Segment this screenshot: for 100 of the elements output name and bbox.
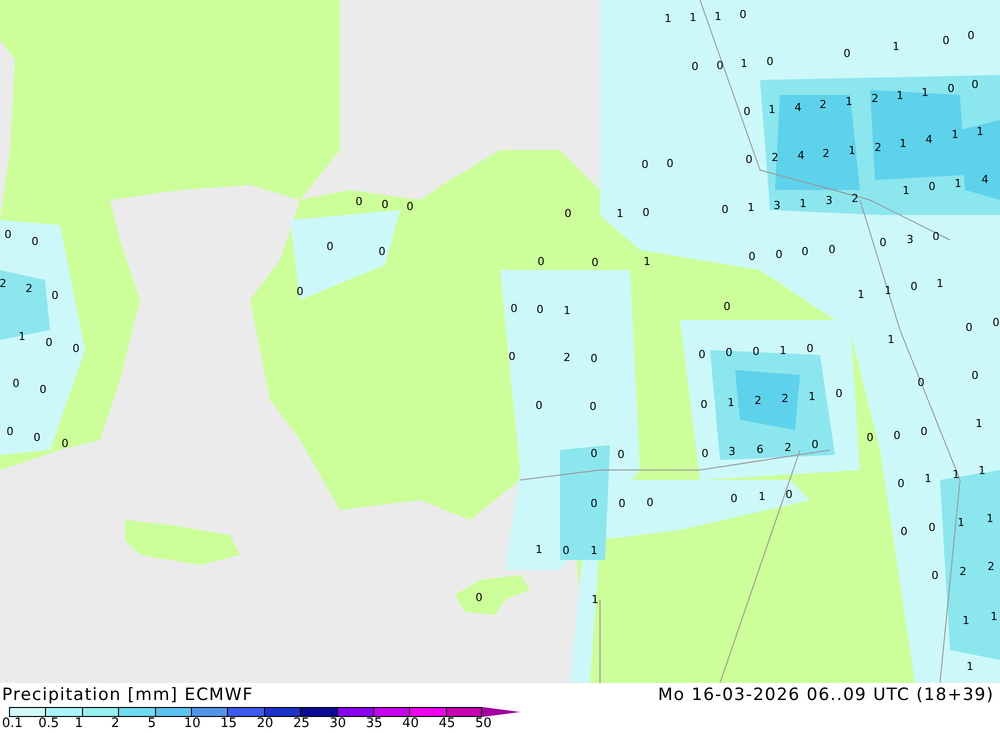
precipitation-value: 2 — [874, 141, 882, 154]
precipitation-value: 0 — [844, 47, 850, 60]
precipitation-value: 2 — [822, 147, 830, 160]
legend-label: 2 — [111, 717, 120, 733]
precipitation-value: 1 — [728, 396, 734, 409]
precipitation-value: 0 — [812, 438, 818, 451]
precipitation-value: 0 — [806, 342, 814, 355]
precipitation-value: 0 — [698, 348, 706, 361]
precipitation-value: 0 — [972, 78, 978, 91]
precipitation-value: 0 — [476, 591, 482, 604]
precipitation-value: 0 — [692, 60, 698, 73]
precipitation-value: 0 — [828, 243, 836, 256]
precipitation-value: 2 — [960, 565, 966, 578]
precipitation-value: 1 — [892, 40, 900, 53]
precipitation-value: 0 — [700, 398, 708, 411]
precipitation-value: 0 — [716, 59, 724, 72]
precipitation-value: 1 — [18, 330, 26, 343]
legend-label: 40 — [402, 717, 420, 733]
precipitation-value: 0 — [536, 303, 544, 316]
precipitation-value: 1 — [564, 304, 570, 317]
precipitation-value: 1 — [978, 464, 986, 477]
precipitation-value: 1 — [780, 344, 786, 357]
precipitation-value: 1 — [966, 660, 974, 673]
precipitation-value: 1 — [748, 201, 754, 214]
precipitation-value: 1 — [800, 197, 806, 210]
precipitation-value: 1 — [958, 516, 964, 529]
precipitation-value: 0 — [918, 376, 924, 389]
precipitation-value: 0 — [378, 245, 386, 258]
precipitation-value: 3 — [826, 194, 832, 207]
precipitation-value: 0 — [748, 250, 756, 263]
precipitation-value: 0 — [992, 316, 1000, 329]
precipitation-value: 0 — [356, 195, 362, 208]
precipitation-value: 1 — [590, 544, 598, 557]
precipitation-value: 0 — [726, 346, 732, 359]
precipitation-value: 2 — [782, 392, 788, 405]
precipitation-value: 1 — [954, 177, 962, 190]
precipitation-value: 2 — [564, 351, 570, 364]
precipitation-value: 0 — [590, 497, 598, 510]
legend-label: 10 — [184, 717, 202, 733]
precipitation-value: 2 — [872, 92, 878, 105]
precipitation-value: 1 — [952, 128, 958, 141]
precipitation-value: 1 — [592, 593, 598, 606]
precipitation-value: 4 — [794, 101, 802, 114]
precipitation-value: 0 — [836, 387, 842, 400]
precipitation-value: 1 — [936, 277, 944, 290]
precipitation-value: 1 — [616, 207, 624, 220]
precipitation-value: 0 — [724, 300, 730, 313]
precipitation-value: 0 — [642, 206, 650, 219]
precipitation-value: 0 — [866, 431, 874, 444]
precipitation-value: 0 — [618, 448, 624, 461]
precipitation-value: 0 — [920, 425, 928, 438]
legend-label: 0.5 — [38, 717, 60, 733]
precipitation-value: 0 — [702, 447, 708, 460]
precipitation-value: 0 — [510, 302, 518, 315]
precipitation-value: 0 — [4, 228, 12, 241]
precipitation-value: 0 — [722, 203, 728, 216]
precipitation-value: 1 — [884, 284, 892, 297]
precipitation-value: 0 — [62, 437, 68, 450]
precipitation-value: 0 — [786, 488, 792, 501]
legend-label: 15 — [220, 717, 238, 733]
precipitation-value: 0 — [932, 230, 940, 243]
precipitation-value: 0 — [928, 180, 936, 193]
precipitation-value: 0 — [326, 240, 334, 253]
precipitation-value: 1 — [644, 255, 650, 268]
precipitation-value: 2 — [820, 98, 826, 111]
precipitation-value: 2 — [852, 192, 858, 205]
precipitation-value: 1 — [536, 543, 542, 556]
precipitation-value: 0 — [590, 352, 598, 365]
legend-label: 45 — [438, 717, 456, 733]
precipitation-value: 0 — [406, 200, 414, 213]
precipitation-value: 0 — [508, 350, 516, 363]
legend-label: 25 — [293, 717, 311, 733]
legend-label: 1 — [74, 717, 84, 733]
precipitation-value: 0 — [898, 477, 904, 490]
precipitation-value: 0 — [966, 321, 972, 334]
precipitation-value: 0 — [744, 105, 750, 118]
precipitation-value: 0 — [910, 280, 918, 293]
precipitation-value: 0 — [296, 285, 304, 298]
precipitation-value: 0 — [538, 255, 544, 268]
precipitation-value: 0 — [72, 342, 80, 355]
precipitation-value: 3 — [906, 233, 914, 246]
precipitation-value: 0 — [590, 447, 598, 460]
precipitation-value: 0 — [766, 55, 774, 68]
precipitation-value: 0 — [928, 521, 936, 534]
legend-label: 50 — [475, 717, 493, 733]
precipitation-value: 0 — [52, 289, 58, 302]
precipitation-value: 0 — [900, 525, 908, 538]
legend-label: 30 — [330, 717, 348, 733]
precipitation-value: 0 — [646, 496, 654, 509]
precipitation-value: 0 — [590, 400, 596, 413]
precipitation-value: 0 — [802, 245, 808, 258]
precipitation-value: 0 — [894, 429, 900, 442]
precipitation-value: 2 — [772, 151, 778, 164]
precipitation-value: 1 — [808, 390, 816, 403]
precipitation-value: 1 — [848, 144, 856, 157]
precipitation-value: 1 — [664, 12, 672, 25]
legend-label: 35 — [366, 717, 384, 733]
precipitation-value: 0 — [34, 431, 40, 444]
precipitation-value: 2 — [784, 441, 792, 454]
precipitation-value: 2 — [754, 394, 762, 407]
